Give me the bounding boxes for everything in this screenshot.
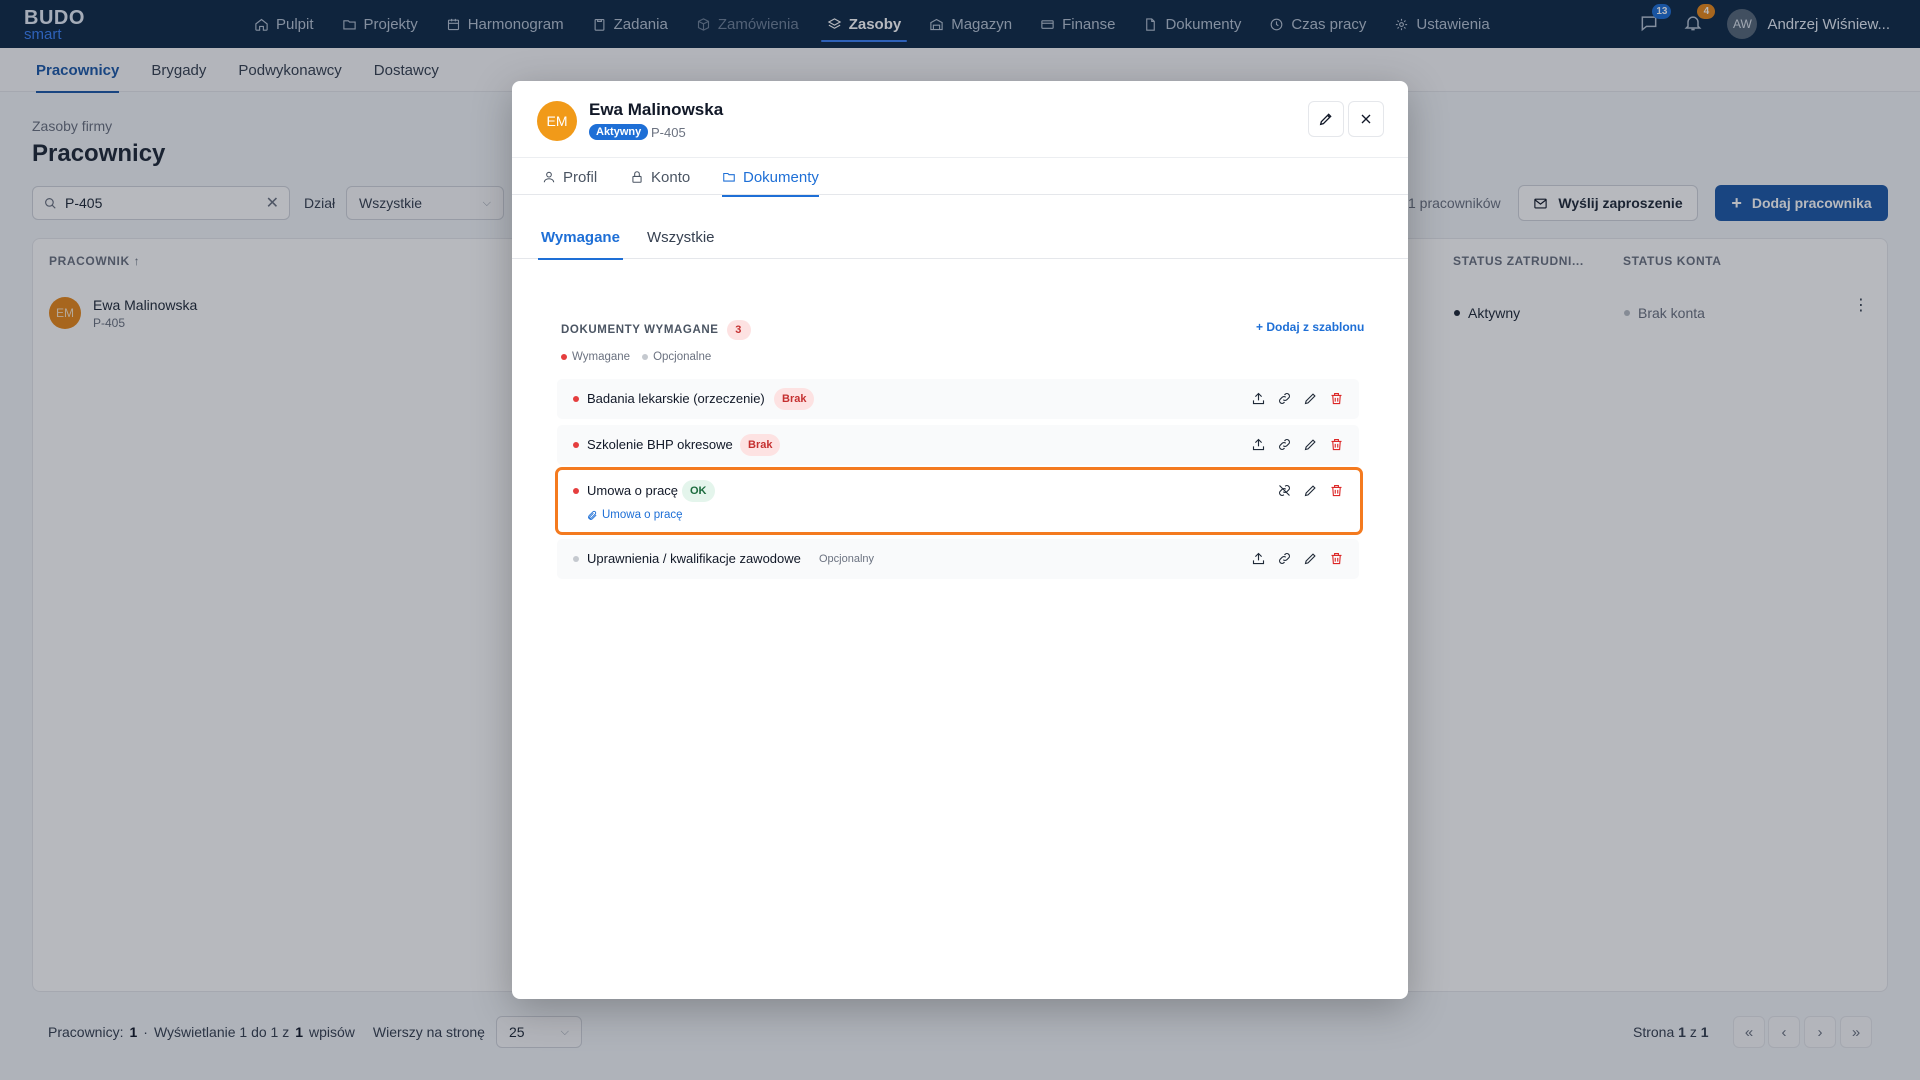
document-actions bbox=[1251, 551, 1344, 566]
upload-icon[interactable] bbox=[1251, 551, 1266, 566]
pencil-icon[interactable] bbox=[1303, 437, 1318, 452]
highlight-outline bbox=[555, 467, 1363, 535]
tab-profil[interactable]: Profil bbox=[542, 158, 597, 196]
section-count-badge: 3 bbox=[726, 320, 751, 340]
lock-icon bbox=[632, 171, 642, 183]
link-icon[interactable] bbox=[1277, 391, 1292, 406]
employee-details-modal: EM Ewa Malinowska Aktywny P-405 Profil K… bbox=[512, 81, 1408, 999]
modal-tabs: Profil Konto Dokumenty bbox=[512, 157, 1408, 197]
tab-label: Konto bbox=[651, 168, 691, 186]
user-icon bbox=[543, 171, 555, 183]
legend-required: Wymagane bbox=[561, 351, 630, 363]
status-badge: Opcjonalny bbox=[819, 553, 875, 565]
add-from-template-link[interactable]: + Dodaj z szablonu bbox=[1256, 320, 1364, 334]
pencil-icon[interactable] bbox=[1303, 391, 1318, 406]
document-row: Szkolenie BHP okresowe Brak bbox=[557, 425, 1359, 465]
upload-icon[interactable] bbox=[1251, 437, 1266, 452]
tab-wszystkie[interactable]: Wszystkie bbox=[647, 215, 715, 259]
status-badge: Brak bbox=[774, 388, 815, 410]
document-row: Uprawnienia / kwalifikacje zawodowe Opcj… bbox=[557, 539, 1359, 579]
tab-konto[interactable]: Konto bbox=[630, 158, 690, 196]
required-dot bbox=[573, 442, 579, 448]
required-dot bbox=[573, 396, 579, 402]
required-dot bbox=[561, 354, 567, 360]
section-title: DOKUMENTY WYMAGANE bbox=[561, 324, 719, 336]
link-icon[interactable] bbox=[1277, 551, 1292, 566]
document-actions bbox=[1251, 437, 1344, 452]
tab-label: Dokumenty bbox=[743, 168, 819, 186]
status-badge: Aktywny bbox=[589, 124, 649, 140]
document-title: Uprawnienia / kwalifikacje zawodowe bbox=[587, 551, 801, 566]
trash-icon[interactable] bbox=[1329, 391, 1344, 406]
pencil-icon bbox=[1319, 113, 1332, 126]
trash-icon[interactable] bbox=[1329, 437, 1344, 452]
avatar: EM bbox=[537, 101, 577, 141]
tab-wymagane[interactable]: Wymagane bbox=[538, 215, 623, 260]
tab-dokumenty[interactable]: Dokumenty bbox=[722, 158, 819, 197]
folder-icon bbox=[723, 172, 735, 182]
legend: Wymagane Opcjonalne bbox=[561, 351, 711, 363]
document-title: Badania lekarskie (orzeczenie) bbox=[587, 391, 765, 406]
pencil-icon[interactable] bbox=[1303, 551, 1318, 566]
close-modal-button[interactable] bbox=[1348, 101, 1384, 137]
required-documents-header: DOKUMENTY WYMAGANE 3 bbox=[561, 320, 751, 340]
document-actions bbox=[1251, 391, 1344, 406]
document-row: Badania lekarskie (orzeczenie) Brak bbox=[557, 379, 1359, 419]
employee-name: Ewa Malinowska bbox=[589, 100, 724, 119]
link-icon[interactable] bbox=[1277, 437, 1292, 452]
optional-dot bbox=[642, 354, 649, 360]
legend-required-label: Wymagane bbox=[572, 351, 631, 363]
optional-dot bbox=[573, 556, 579, 562]
upload-icon[interactable] bbox=[1251, 391, 1266, 406]
employee-code: P-405 bbox=[651, 125, 686, 140]
close-icon bbox=[1361, 114, 1371, 124]
document-title: Szkolenie BHP okresowe bbox=[587, 437, 733, 452]
tab-label: Profil bbox=[563, 168, 598, 186]
trash-icon[interactable] bbox=[1329, 551, 1344, 566]
status-badge: Brak bbox=[740, 434, 781, 456]
document-filter-tabs: Wymagane Wszystkie bbox=[512, 215, 1408, 260]
legend-optional-label: Opcjonalne bbox=[653, 351, 712, 363]
edit-employee-button[interactable] bbox=[1308, 101, 1344, 137]
legend-optional: Opcjonalne bbox=[642, 351, 711, 363]
